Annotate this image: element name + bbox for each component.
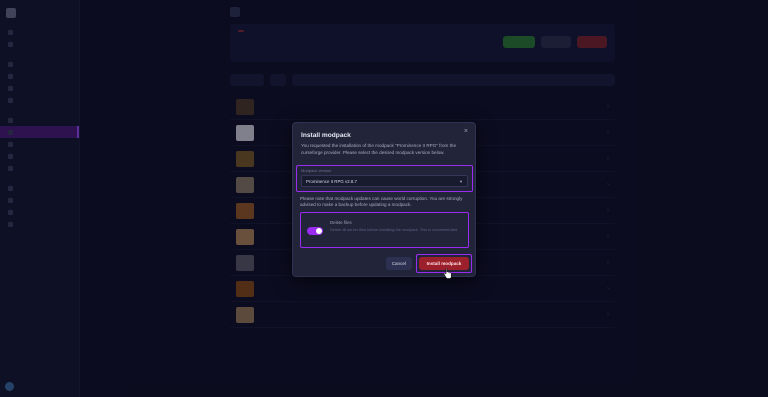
toggle-knob xyxy=(316,228,322,234)
chevron-down-icon: ▼ xyxy=(459,178,463,184)
warning-text: Please note that modpack updates can cau… xyxy=(300,196,463,208)
delete-files-toggle[interactable] xyxy=(307,227,323,235)
version-value: Prominence II RPG v2.8.7 xyxy=(306,178,358,184)
dialog-intro: You requested the installation of the mo… xyxy=(301,143,457,155)
toggle-description: Delete all server files before installin… xyxy=(330,227,459,232)
dialog-title: Install modpack xyxy=(301,132,351,139)
toggle-title: Delete files xyxy=(330,220,352,225)
cancel-button[interactable]: Cancel xyxy=(385,257,412,270)
version-label: Modpack version xyxy=(301,168,332,173)
pointer-cursor-icon xyxy=(443,268,452,279)
delete-files-option: Delete files Delete all server files bef… xyxy=(300,212,469,248)
close-icon[interactable]: × xyxy=(464,128,468,135)
install-modpack-dialog: Install modpack × You requested the inst… xyxy=(292,122,476,277)
dialog-footer: Cancel Install modpack xyxy=(385,254,472,273)
version-select-group: Modpack version Prominence II RPG v2.8.7… xyxy=(296,165,473,192)
version-select[interactable]: Prominence II RPG v2.8.7 ▼ xyxy=(301,175,468,187)
